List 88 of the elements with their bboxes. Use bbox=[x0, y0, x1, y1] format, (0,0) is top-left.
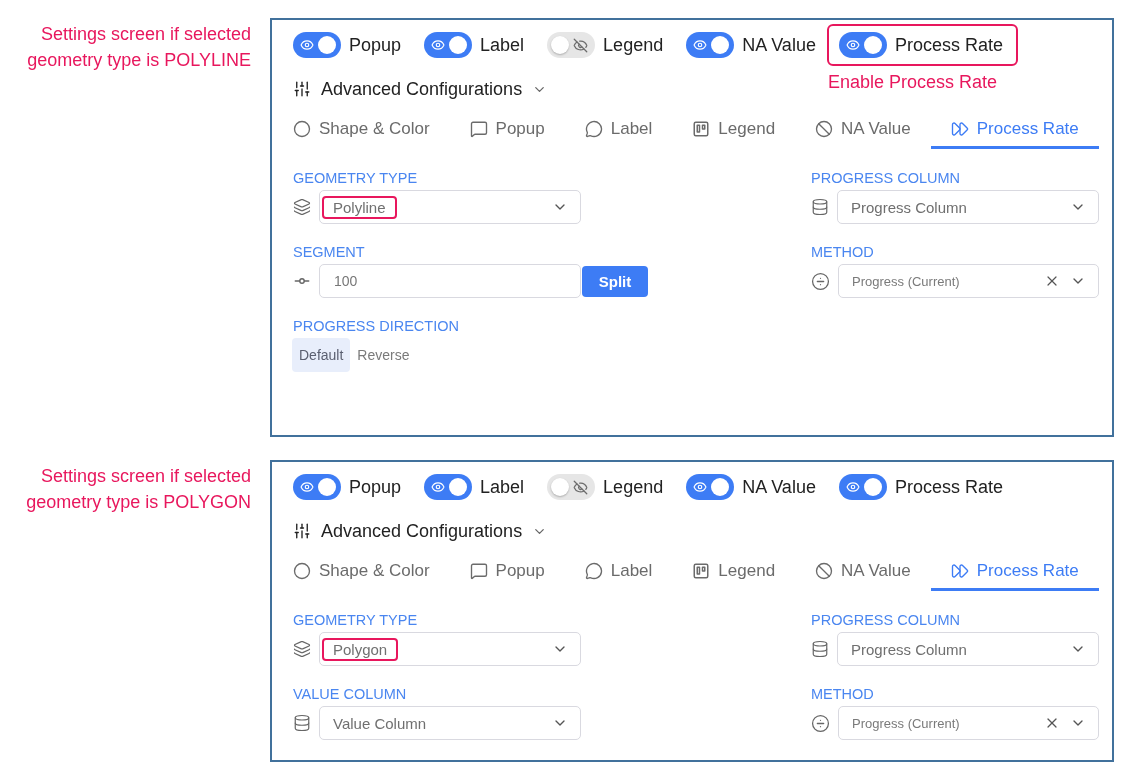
database-icon bbox=[811, 640, 829, 658]
layers-icon bbox=[293, 640, 311, 658]
fast-forward-icon bbox=[950, 120, 969, 138]
direction-option[interactable]: Default bbox=[292, 338, 351, 372]
database-icon bbox=[811, 198, 829, 216]
toggle-switch[interactable] bbox=[547, 32, 596, 58]
board-icon bbox=[692, 562, 711, 580]
tab[interactable]: NA Value bbox=[795, 111, 931, 149]
toggle-label: Label bbox=[480, 476, 525, 498]
tab[interactable]: Process Rate bbox=[930, 111, 1099, 149]
tab[interactable]: Legend bbox=[672, 111, 796, 149]
tab[interactable]: Shape & Color bbox=[273, 111, 450, 149]
divide-icon bbox=[811, 713, 830, 733]
square-speech-bubble-icon bbox=[469, 120, 488, 138]
field-label: PROGRESS COLUMN bbox=[811, 611, 961, 629]
dropdown-select[interactable]: Progress Column bbox=[837, 632, 1099, 666]
toggle-label: Process Rate bbox=[894, 34, 1003, 56]
field-label: GEOMETRY TYPE bbox=[293, 169, 418, 187]
toggle-switch[interactable] bbox=[293, 474, 341, 500]
toggle-switch[interactable] bbox=[424, 474, 473, 500]
round-speech-bubble-icon bbox=[584, 120, 603, 138]
dropdown-select[interactable]: Value Column bbox=[319, 706, 581, 740]
square-speech-bubble-icon bbox=[469, 562, 488, 580]
direction-option[interactable]: Reverse bbox=[350, 338, 417, 372]
tab[interactable]: Label bbox=[564, 111, 673, 149]
dropdown-select[interactable]: Progress Column bbox=[837, 190, 1099, 224]
tab[interactable]: NA Value bbox=[795, 553, 931, 591]
advanced-configurations-button[interactable]: Advanced Configurations bbox=[293, 520, 548, 542]
fast-forward-icon bbox=[950, 562, 969, 580]
field-label: PROGRESS COLUMN bbox=[811, 169, 961, 187]
tab[interactable]: Shape & Color bbox=[273, 553, 450, 591]
tab[interactable]: Label bbox=[564, 553, 673, 591]
annotation-caption: Settings screen if selected geometry type is POLYGON bbox=[25, 465, 251, 514]
eye-slash-icon bbox=[573, 37, 589, 53]
circle-icon bbox=[293, 120, 311, 138]
database-icon bbox=[293, 714, 311, 732]
toggle-label: Legend bbox=[603, 476, 664, 498]
annotation-caption: Settings screen if selected geometry type is POLYLINE bbox=[26, 23, 251, 72]
eye-icon bbox=[693, 38, 708, 52]
toggle-switch[interactable] bbox=[424, 32, 473, 58]
circle-icon bbox=[293, 562, 311, 580]
sliders-icon bbox=[293, 80, 311, 98]
layers-icon bbox=[293, 198, 311, 216]
toggle-label: Popup bbox=[349, 476, 402, 498]
toggle-switch[interactable] bbox=[838, 474, 887, 500]
round-speech-bubble-icon bbox=[584, 562, 603, 580]
board-icon bbox=[692, 120, 711, 138]
eye-slash-icon bbox=[573, 479, 589, 495]
toggle-switch[interactable] bbox=[547, 474, 596, 500]
toggle-label: Popup bbox=[349, 34, 402, 56]
toggle-label: Legend bbox=[603, 34, 664, 56]
eye-icon bbox=[431, 480, 446, 494]
eye-icon bbox=[845, 480, 860, 494]
eye-icon bbox=[431, 38, 446, 52]
toggle-switch[interactable] bbox=[838, 32, 887, 58]
dropdown-select[interactable]: Progress (Current) bbox=[838, 706, 1099, 740]
field-label: SEGMENT bbox=[293, 243, 365, 261]
eye-icon bbox=[300, 480, 314, 494]
number-input[interactable]: 100 bbox=[319, 264, 581, 298]
annotation-text: Enable Process Rate bbox=[827, 72, 997, 93]
toggle-switch[interactable] bbox=[686, 474, 735, 500]
toggle-label: NA Value bbox=[742, 34, 816, 56]
field-label: PROGRESS DIRECTION bbox=[293, 317, 459, 335]
toggle-label: Process Rate bbox=[894, 476, 1003, 498]
tab[interactable]: Popup bbox=[449, 111, 565, 149]
field-label: GEOMETRY TYPE bbox=[293, 611, 418, 629]
field-label: METHOD bbox=[811, 243, 874, 261]
eye-icon bbox=[845, 38, 860, 52]
toggle-switch[interactable] bbox=[686, 32, 735, 58]
toggle-label: NA Value bbox=[742, 476, 816, 498]
advanced-configurations-button[interactable]: Advanced Configurations bbox=[293, 78, 548, 100]
eye-icon bbox=[300, 38, 314, 52]
prohibited-icon bbox=[815, 120, 834, 138]
prohibited-icon bbox=[815, 562, 834, 580]
dropdown-select[interactable]: Polygon bbox=[319, 632, 581, 666]
tab[interactable]: Popup bbox=[449, 553, 565, 591]
toggle-label: Label bbox=[480, 34, 525, 56]
toggle-switch[interactable] bbox=[293, 32, 341, 58]
dropdown-select[interactable]: Progress (Current) bbox=[838, 264, 1099, 298]
eye-icon bbox=[693, 480, 708, 494]
tab[interactable]: Legend bbox=[672, 553, 796, 591]
field-label: VALUE COLUMN bbox=[293, 685, 407, 703]
dropdown-select[interactable]: Polyline bbox=[319, 190, 581, 224]
sliders-icon bbox=[293, 522, 311, 540]
field-label: METHOD bbox=[811, 685, 874, 703]
split-button[interactable]: Split bbox=[582, 265, 648, 297]
divide-icon bbox=[811, 271, 830, 291]
tab[interactable]: Process Rate bbox=[930, 553, 1099, 591]
